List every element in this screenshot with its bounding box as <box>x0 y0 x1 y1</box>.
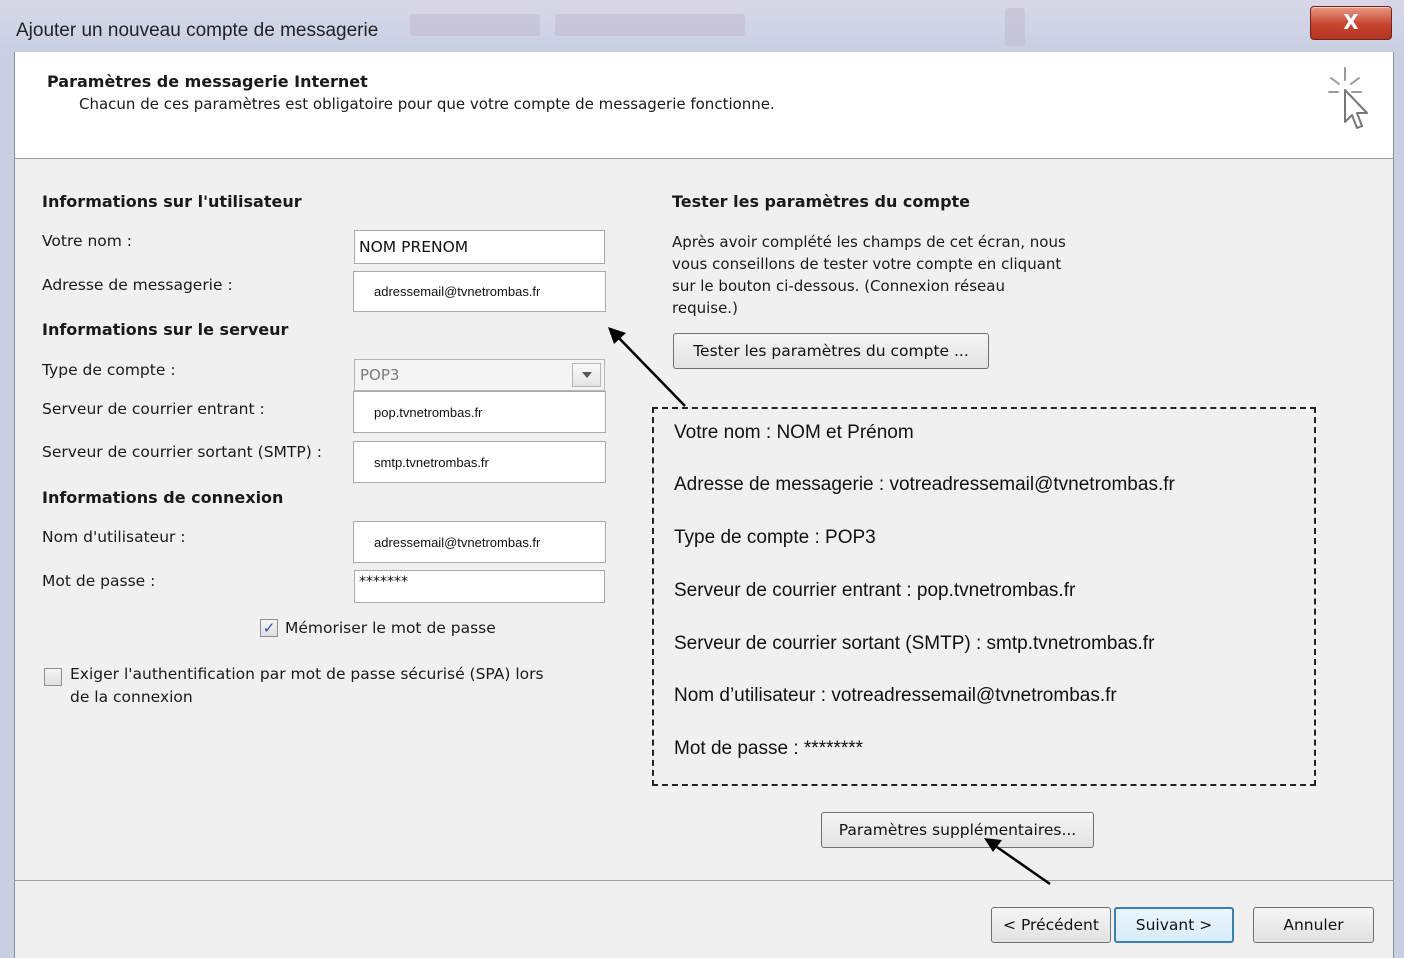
outgoing-server-label: Serveur de courrier sortant (SMTP) : <box>42 443 322 461</box>
spa-label-line2: de la connexion <box>70 688 193 706</box>
background-ghost <box>555 14 745 36</box>
window-title: Ajouter un nouveau compte de messagerie <box>16 20 379 41</box>
page-subtitle: Chacun de ces paramètres est obligatoire… <box>79 95 775 113</box>
test-desc-line1: Après avoir complété les champs de cet é… <box>672 233 1066 251</box>
background-ghost <box>410 14 540 36</box>
page-title: Paramètres de messagerie Internet <box>47 72 368 91</box>
name-input[interactable]: NOM PRENOM <box>354 230 605 264</box>
annotation-box: Votre nom : NOM et Prénom Adresse de mes… <box>652 407 1316 786</box>
annotation-line: Serveur de courrier sortant (SMTP) : smt… <box>674 633 1155 654</box>
close-button[interactable]: X <box>1310 6 1392 40</box>
annotation-line: Serveur de courrier entrant : pop.tvnetr… <box>674 580 1076 601</box>
more-settings-button[interactable]: Paramètres supplémentaires... <box>821 812 1094 848</box>
email-input[interactable]: adressemail@tvnetrombas.fr <box>353 271 606 312</box>
section-server-info: Informations sur le serveur <box>42 320 289 339</box>
test-account-button[interactable]: Tester les paramètres du compte ... <box>673 333 989 369</box>
back-button[interactable]: < Précédent <box>991 907 1111 943</box>
email-label: Adresse de messagerie : <box>42 276 233 294</box>
username-label: Nom d'utilisateur : <box>42 528 186 546</box>
spa-label-line1: Exiger l'authentification par mot de pas… <box>70 665 544 683</box>
title-bar: Ajouter un nouveau compte de messagerie … <box>0 0 1404 52</box>
next-button[interactable]: Suivant > <box>1114 907 1234 943</box>
password-label: Mot de passe : <box>42 572 156 590</box>
annotation-line: Votre nom : NOM et Prénom <box>674 422 914 443</box>
section-test-settings: Tester les paramètres du compte <box>672 192 971 211</box>
password-input[interactable]: ******* <box>354 570 605 603</box>
incoming-server-input[interactable]: pop.tvnetrombas.fr <box>353 391 606 433</box>
background-ghost <box>1005 8 1025 46</box>
remember-password-checkbox[interactable]: ✓ <box>260 619 278 637</box>
footer-divider <box>15 880 1393 881</box>
wizard-cursor-icon <box>1328 67 1368 129</box>
annotation-line: Type de compte : POP3 <box>674 527 876 548</box>
account-type-value: POP3 <box>360 366 400 384</box>
test-desc-line2: vous conseillons de tester votre compte … <box>672 255 1062 273</box>
header-band: Paramètres de messagerie Internet Chacun… <box>15 52 1393 159</box>
account-type-select[interactable]: POP3 <box>354 359 605 391</box>
test-desc-line3: sur le bouton ci-dessous. (Connexion rés… <box>672 277 1005 295</box>
spa-checkbox[interactable] <box>44 668 62 686</box>
test-desc-line4: requise.) <box>672 299 738 317</box>
name-label: Votre nom : <box>42 232 133 250</box>
window-frame-left <box>0 52 14 958</box>
cancel-button[interactable]: Annuler <box>1253 907 1374 943</box>
section-user-info: Informations sur l'utilisateur <box>42 192 302 211</box>
remember-password-label: Mémoriser le mot de passe <box>285 619 496 637</box>
outgoing-server-input[interactable]: smtp.tvnetrombas.fr <box>353 441 606 483</box>
annotation-line: Adresse de messagerie : votreadressemail… <box>674 474 1175 495</box>
dropdown-arrow-icon[interactable] <box>572 363 601 387</box>
dialog-body: Paramètres de messagerie Internet Chacun… <box>14 52 1394 958</box>
annotation-line: Nom d’utilisateur : votreadressemail@tvn… <box>674 685 1117 706</box>
account-type-label: Type de compte : <box>42 361 176 379</box>
incoming-server-label: Serveur de courrier entrant : <box>42 400 265 418</box>
annotation-line: Mot de passe : ******** <box>674 738 864 759</box>
username-input[interactable]: adressemail@tvnetrombas.fr <box>353 521 606 563</box>
section-login-info: Informations de connexion <box>42 488 284 507</box>
